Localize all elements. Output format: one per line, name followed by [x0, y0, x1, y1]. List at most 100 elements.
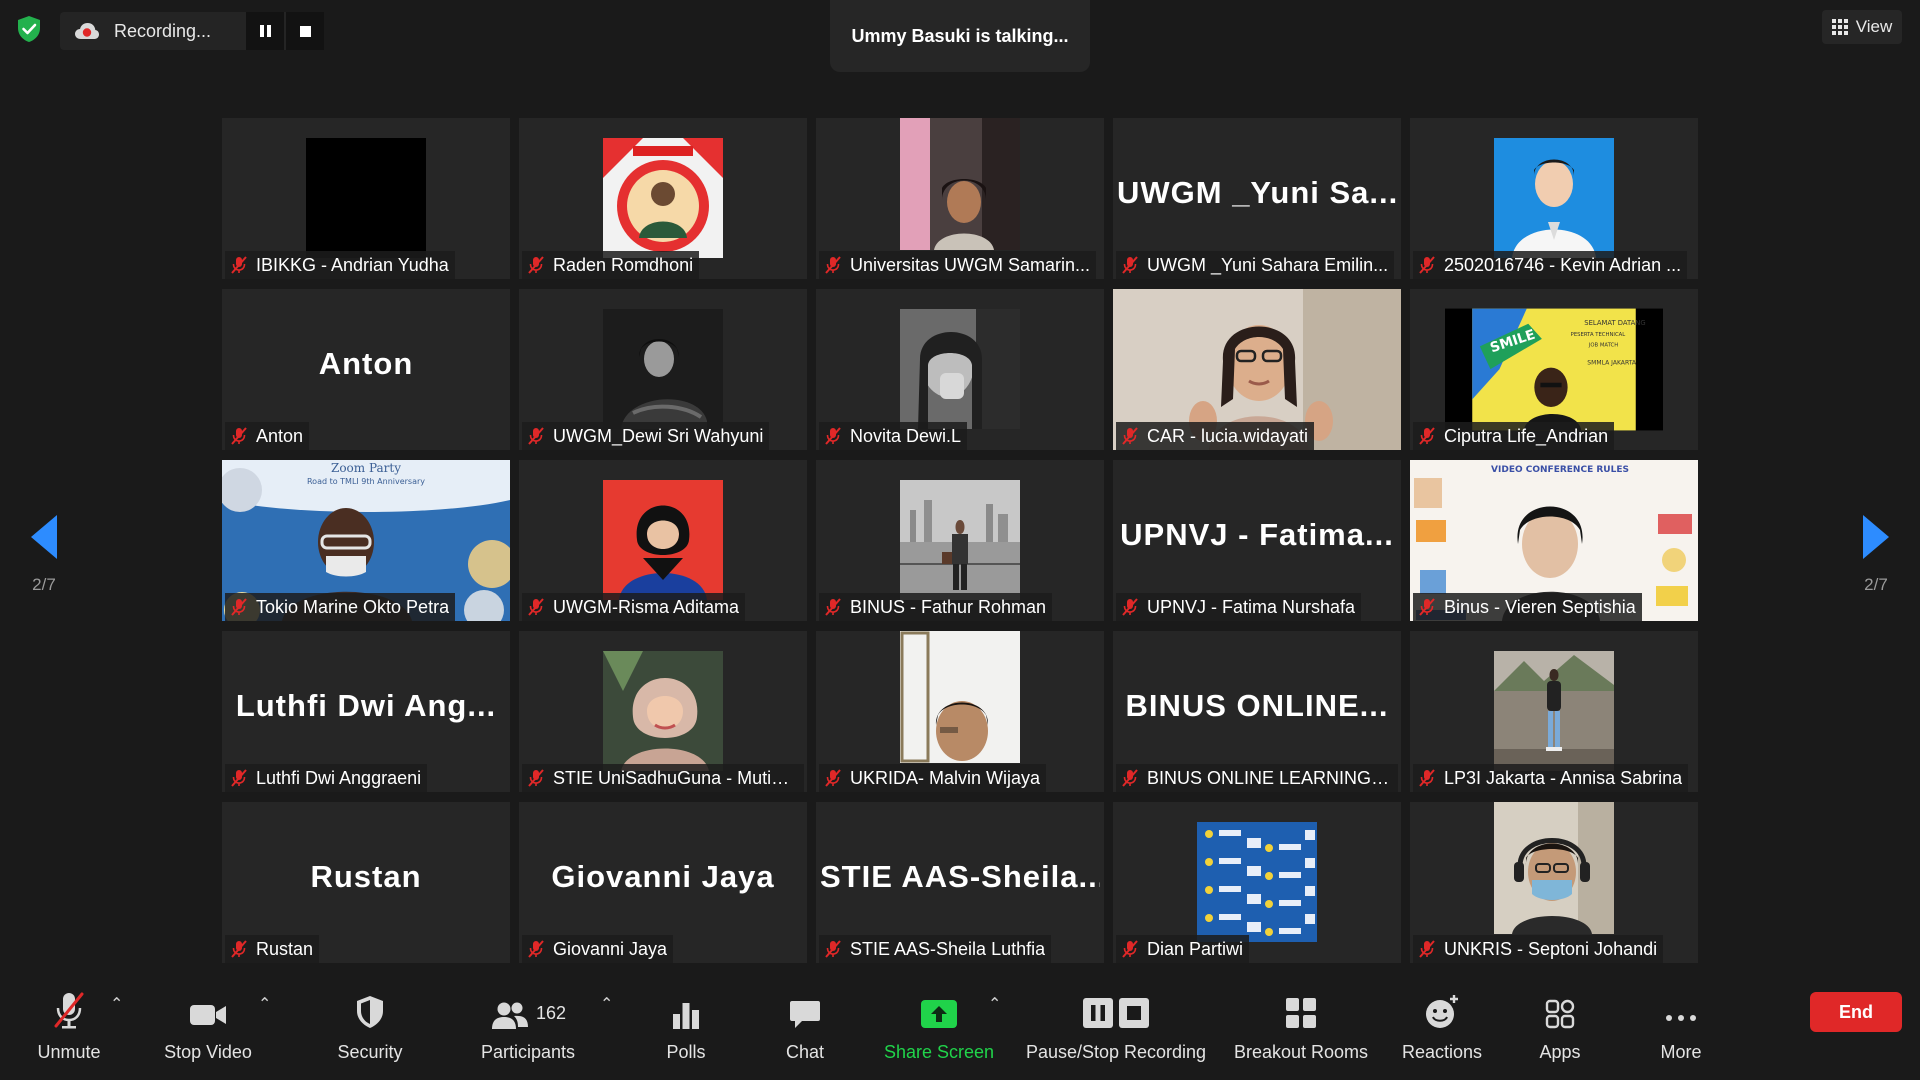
chat-button[interactable]: Chat: [770, 972, 840, 1080]
mic-muted-icon: [825, 256, 841, 274]
participant-name-label: 2502016746 - Kevin Adrian ...: [1413, 251, 1688, 279]
more-dots-icon: [1666, 1015, 1696, 1021]
share-screen-button[interactable]: Share Screen: [880, 972, 998, 1080]
pause-stop-recording-button[interactable]: Pause/Stop Recording: [1022, 972, 1210, 1080]
participant-name: BINUS ONLINE LEARNING - ...: [1147, 767, 1392, 788]
pause-recording-button[interactable]: [246, 12, 284, 50]
participant-tile[interactable]: IBIKKG - Andrian Yudha: [222, 118, 510, 279]
end-meeting-button[interactable]: End: [1810, 992, 1902, 1032]
participant-video: [900, 309, 1020, 429]
participant-video: [603, 138, 723, 258]
svg-text:VIDEO CONFERENCE RULES: VIDEO CONFERENCE RULES: [1491, 465, 1629, 475]
video-camera-icon: [190, 1005, 226, 1025]
unmute-button[interactable]: Unmute: [22, 972, 116, 1080]
participant-tile[interactable]: BINUS - Fathur Rohman: [816, 460, 1104, 621]
apps-button[interactable]: Apps: [1524, 972, 1596, 1080]
recording-indicator: Recording...: [60, 12, 324, 50]
mic-muted-icon: [528, 769, 544, 787]
previous-page-button[interactable]: 2/7: [14, 515, 74, 595]
share-screen-arrow-icon: [921, 1000, 957, 1028]
stop-recording-button[interactable]: [286, 12, 324, 50]
mic-muted-icon: [528, 940, 544, 958]
more-button[interactable]: More: [1646, 972, 1716, 1080]
arrow-right-icon: [1863, 515, 1889, 559]
mic-muted-icon: [231, 598, 247, 616]
view-button[interactable]: View: [1822, 10, 1902, 44]
apps-label: Apps: [1539, 1042, 1581, 1062]
participant-name-label: BINUS ONLINE LEARNING - ...: [1116, 764, 1398, 792]
participant-tile[interactable]: Luthfi Dwi Ang... Luthfi Dwi Anggraeni: [222, 631, 510, 792]
participant-name: UWGM_Dewi Sri Wahyuni: [553, 425, 764, 446]
participant-display-name: Rustan: [310, 858, 422, 894]
participant-tile[interactable]: Universitas UWGM Samarin...: [816, 118, 1104, 279]
participant-tile[interactable]: VIDEO CONFERENCE RULES Binus - Vieren Sep…: [1410, 460, 1698, 621]
participant-tile[interactable]: Rustan Rustan: [222, 802, 510, 963]
participant-name-label: STIE UniSadhuGuna - Mutia ...: [522, 764, 804, 792]
svg-text:Zoom Party: Zoom Party: [331, 461, 401, 475]
next-page-button[interactable]: 2/7: [1846, 515, 1906, 595]
mic-muted-icon: [825, 427, 841, 445]
participant-tile[interactable]: UPNVJ - Fatima... UPNVJ - Fatima Nurshafa: [1113, 460, 1401, 621]
reactions-button[interactable]: Reactions: [1392, 972, 1492, 1080]
participant-name: Raden Romdhoni: [553, 254, 694, 275]
participant-tile[interactable]: UWGM _Yuni Sa... UWGM _Yuni Sahara Emilin…: [1113, 118, 1401, 279]
share-options-caret-icon[interactable]: ⌃: [988, 994, 1001, 1014]
mic-muted-icon: [528, 256, 544, 274]
participant-tile[interactable]: LP3I Jakarta - Annisa Sabrina: [1410, 631, 1698, 792]
participant-tile[interactable]: STIE UniSadhuGuna - Mutia ...: [519, 631, 807, 792]
participant-video: [1494, 802, 1614, 934]
audio-options-caret-icon[interactable]: ⌃: [110, 994, 123, 1014]
participant-name-label: Universitas UWGM Samarin...: [819, 251, 1097, 279]
participant-tile[interactable]: Giovanni Jaya Giovanni Jaya: [519, 802, 807, 963]
participants-label: Participants: [480, 1042, 576, 1062]
participant-tile[interactable]: 2502016746 - Kevin Adrian ...: [1410, 118, 1698, 279]
reactions-label: Reactions: [1401, 1042, 1483, 1062]
svg-text:PESERTA TECHNICAL: PESERTA TECHNICAL: [1571, 332, 1626, 338]
participant-tile[interactable]: Dian Partiwi: [1113, 802, 1401, 963]
participant-tile[interactable]: UWGM_Dewi Sri Wahyuni: [519, 289, 807, 450]
participant-tile[interactable]: STIE AAS-Sheila... STIE AAS-Sheila Luthfi…: [816, 802, 1104, 963]
participant-tile[interactable]: UWGM-Risma Aditama: [519, 460, 807, 621]
participant-tile[interactable]: Raden Romdhoni: [519, 118, 807, 279]
participant-name-label: Tokio Marine Okto Petra: [225, 593, 456, 621]
svg-text:SMMLA JAKARTA: SMMLA JAKARTA: [1587, 360, 1637, 367]
participant-tile[interactable]: UNKRIS - Septoni Johandi: [1410, 802, 1698, 963]
chat-label: Chat: [785, 1042, 825, 1062]
participant-name-label: LP3I Jakarta - Annisa Sabrina: [1413, 764, 1689, 792]
participant-name-label: CAR - lucia.widayati: [1116, 422, 1315, 450]
breakout-rooms-label: Breakout Rooms: [1233, 1042, 1369, 1062]
participants-options-caret-icon[interactable]: ⌃: [600, 994, 613, 1014]
participant-gallery: IBIKKG - Andrian Yudha Raden Romdhoni Univ…: [222, 118, 1698, 964]
participant-tile[interactable]: SMILE SELAMAT DATANG PESERTA TECHNICAL JOB …: [1410, 289, 1698, 450]
video-options-caret-icon[interactable]: ⌃: [258, 994, 271, 1014]
participants-button[interactable]: 162 Participants: [476, 972, 580, 1080]
participant-video: [900, 480, 1020, 600]
security-shield-icon[interactable]: [14, 14, 44, 44]
participant-tile[interactable]: Zoom Party Road to TMLI 9th Anniversary To…: [222, 460, 510, 621]
participant-name-label: Anton: [225, 422, 310, 450]
participant-tile[interactable]: Novita Dewi.L: [816, 289, 1104, 450]
security-label: Security: [337, 1042, 403, 1062]
mic-muted-icon: [1122, 598, 1138, 616]
participant-tile[interactable]: BINUS ONLINE... BINUS ONLINE LEARNING - .…: [1113, 631, 1401, 792]
security-shield-outline-icon: [357, 996, 383, 1028]
participant-tile[interactable]: CAR - lucia.widayati: [1113, 289, 1401, 450]
participant-name-label: UKRIDA- Malvin Wijaya: [819, 764, 1047, 792]
breakout-rooms-button[interactable]: Breakout Rooms: [1228, 972, 1374, 1080]
participant-tile[interactable]: UKRIDA- Malvin Wijaya: [816, 631, 1104, 792]
security-button[interactable]: Security: [324, 972, 416, 1080]
polls-button[interactable]: Polls: [650, 972, 722, 1080]
meeting-toolbar: Unmute ⌃ Stop Video ⌃ Security 162 Parti…: [0, 972, 1920, 1080]
participant-tile[interactable]: Anton Anton: [222, 289, 510, 450]
participant-name-label: Rustan: [225, 935, 320, 963]
stop-video-button[interactable]: Stop Video: [156, 972, 260, 1080]
participant-display-name: Anton: [318, 345, 414, 381]
breakout-rooms-icon: [1286, 998, 1316, 1028]
participant-name: CAR - lucia.widayati: [1147, 425, 1309, 446]
participant-display-name: Luthfi Dwi Ang...: [235, 687, 497, 723]
participant-name: STIE UniSadhuGuna - Mutia ...: [553, 767, 798, 788]
mic-muted-icon: [825, 598, 841, 616]
polls-label: Polls: [666, 1042, 706, 1062]
pause-stop-recording-icon: [1083, 998, 1149, 1028]
arrow-left-icon: [31, 515, 57, 559]
